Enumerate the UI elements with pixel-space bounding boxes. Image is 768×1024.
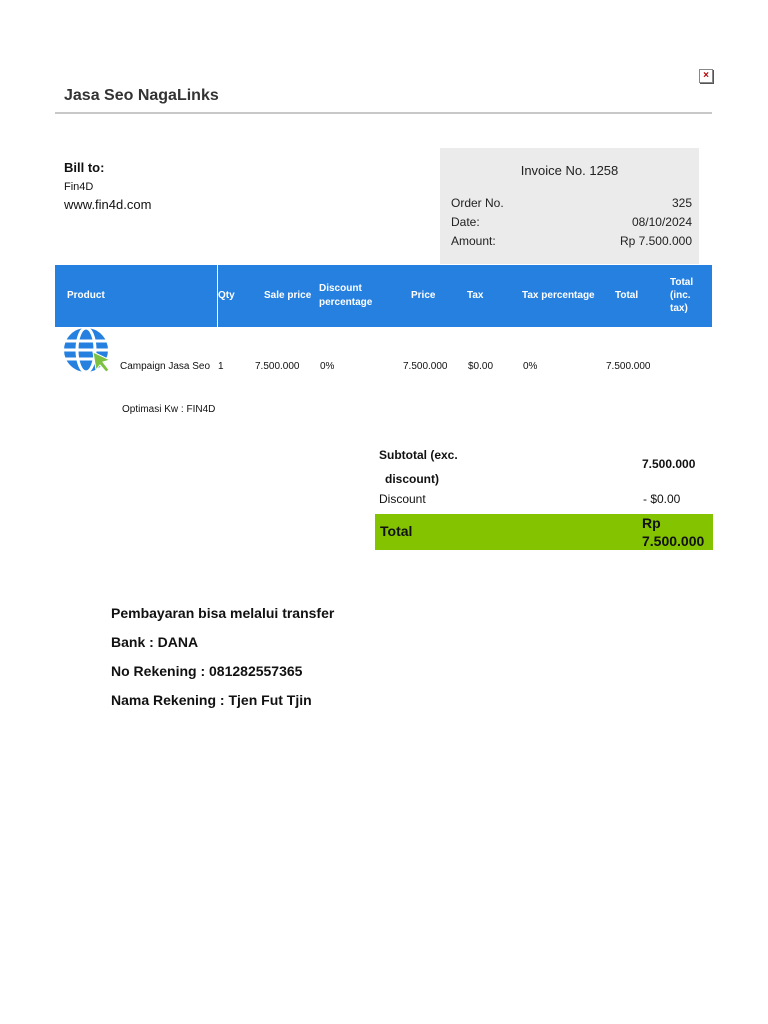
close-icon[interactable]: ×: [699, 69, 713, 83]
header-total: Total: [615, 290, 639, 301]
payment-account-number: No Rekening : 081282557365: [111, 663, 303, 679]
order-row: Order No. 325: [451, 196, 692, 210]
row-tax: $0.00: [468, 361, 494, 372]
total-label: Total: [380, 523, 413, 539]
date-value: 08/10/2024: [631, 215, 692, 229]
header-product: Product: [67, 290, 105, 301]
header-tax-percentage: Tax percentage: [522, 290, 595, 301]
header-total-inc: Total: [670, 277, 694, 288]
header-tax: Tax: [467, 290, 484, 301]
row-discount: 0%: [320, 361, 335, 372]
header-divider: [55, 112, 712, 114]
order-value: 325: [671, 196, 692, 210]
table-header: Product Qty Sale price Discount percenta…: [55, 265, 712, 327]
subtotal-label-2: discount): [385, 472, 439, 486]
header-qty: Qty: [218, 290, 235, 301]
subtotal-label: Subtotal (exc.: [379, 448, 458, 462]
row-tax-percentage: 0%: [523, 361, 538, 372]
row-note: Optimasi Kw : FIN4D: [122, 404, 216, 415]
date-label: Date:: [451, 215, 480, 229]
header-discount: Discount: [319, 283, 362, 294]
amount-label: Amount:: [451, 234, 496, 248]
total-currency: Rp: [642, 515, 661, 531]
row-price: 7.500.000: [403, 361, 448, 372]
date-row: Date: 08/10/2024: [451, 215, 692, 229]
customer-website: www.fin4d.com: [64, 197, 152, 212]
bill-to-label: Bill to:: [64, 160, 105, 175]
payment-intro: Pembayaran bisa melalui transfer: [111, 605, 335, 621]
globe-icon: [63, 326, 112, 374]
company-name: Jasa Seo NagaLinks: [64, 87, 219, 104]
discount-value: - $0.00: [643, 492, 681, 506]
header-price: Price: [411, 290, 436, 301]
header-total-inc-3: tax): [670, 303, 688, 314]
amount-value: Rp 7.500.000: [619, 234, 692, 248]
header-sale-price: Sale price: [264, 290, 312, 301]
row-product: Campaign Jasa Seo: [120, 361, 211, 372]
header-discount-2: percentage: [319, 297, 373, 308]
row-total: 7.500.000: [606, 361, 651, 372]
discount-label: Discount: [379, 492, 426, 506]
customer-name: Fin4D: [64, 181, 94, 193]
total-bar: Total Rp 7.500.000: [375, 514, 713, 550]
total-value: 7.500.000: [642, 533, 705, 549]
payment-account-name: Nama Rekening : Tjen Fut Tjin: [111, 692, 312, 708]
amount-row: Amount: Rp 7.500.000: [451, 234, 692, 248]
row-qty: 1: [218, 361, 224, 372]
order-label: Order No.: [451, 196, 504, 210]
invoice-number: Invoice No. 1258: [520, 163, 619, 178]
row-sale-price: 7.500.000: [255, 361, 300, 372]
invoice-info-box: Invoice No. 1258 Order No. 325 Date: 08/10…: [440, 148, 699, 264]
payment-bank: Bank : DANA: [111, 634, 199, 650]
header-total-inc-2: (inc.: [670, 290, 691, 301]
subtotal-value: 7.500.000: [642, 457, 696, 471]
invoice-page: × Jasa Seo NagaLinks Bill to: Fin4D www.…: [0, 0, 768, 1024]
